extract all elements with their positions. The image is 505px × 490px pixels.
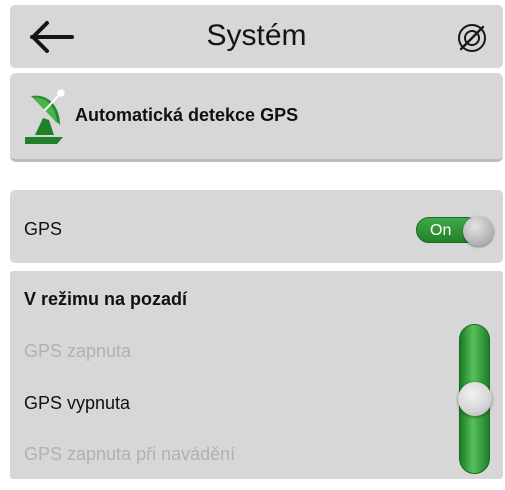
background-mode-panel: V režimu na pozadí GPS zapnuta GPS vypnu… <box>10 271 503 479</box>
page-title: Systém <box>206 19 307 52</box>
system-header: Systém <box>10 5 503 68</box>
gps-off-icon[interactable] <box>455 21 489 55</box>
gps-toggle-knob <box>463 216 494 246</box>
gps-toggle[interactable]: On <box>416 216 495 246</box>
background-mode-title: V režimu na pozadí <box>24 289 188 309</box>
auto-detect-gps-label: Automatická detekce GPS <box>75 105 299 125</box>
auto-detect-gps-button[interactable]: Automatická detekce GPS <box>10 73 503 162</box>
background-option-gps-off[interactable]: GPS vypnuta <box>24 392 130 414</box>
background-option-gps-navigation[interactable]: GPS zapnuta při navádění <box>24 443 235 465</box>
gps-setting-row: GPS On <box>10 190 503 263</box>
system-settings-screen: Systém Automatická detekce GPS GPS On V … <box>0 0 505 490</box>
background-mode-slider[interactable] <box>458 324 492 474</box>
background-option-gps-on[interactable]: GPS zapnuta <box>24 340 131 362</box>
satellite-dish-icon <box>25 89 65 144</box>
background-mode-slider-knob[interactable] <box>458 382 492 416</box>
gps-toggle-label: On <box>430 222 452 239</box>
gps-label: GPS <box>24 219 63 239</box>
